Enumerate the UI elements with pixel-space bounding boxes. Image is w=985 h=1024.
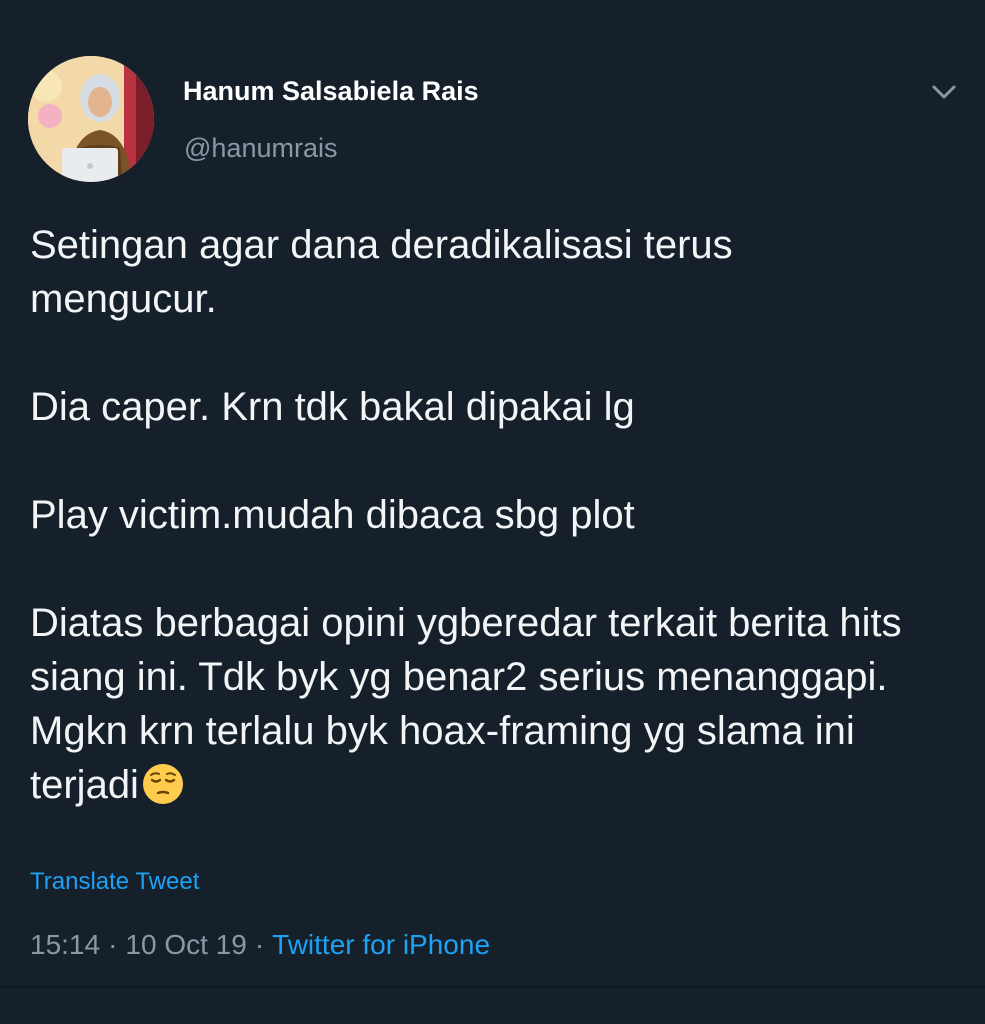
tweet-paragraph: Play victim.mudah dibaca sbg plot bbox=[30, 493, 635, 537]
chevron-down-icon[interactable] bbox=[926, 78, 962, 106]
tweet-text: Setingan agar dana deradikalisasi terus … bbox=[30, 218, 930, 812]
meta-separator: · bbox=[108, 929, 118, 960]
tweet-date: 10 Oct 19 bbox=[125, 929, 247, 960]
tweet-time: 15:14 bbox=[30, 929, 101, 960]
tweet-paragraph: Setingan agar dana deradikalisasi terus … bbox=[30, 223, 733, 321]
avatar[interactable] bbox=[28, 56, 154, 182]
meta-separator: · bbox=[254, 929, 265, 960]
profile-photo-icon bbox=[28, 56, 154, 182]
tweet-card: Hanum Salsabiela Rais @hanumrais Setinga… bbox=[0, 0, 985, 1024]
display-name[interactable]: Hanum Salsabiela Rais bbox=[183, 76, 479, 107]
user-handle[interactable]: @hanumrais bbox=[184, 133, 337, 164]
divider bbox=[0, 986, 985, 988]
tweet-paragraph-last: Diatas berbagai opini ygberedar terkait … bbox=[30, 596, 930, 812]
pensive-face-emoji-icon bbox=[141, 762, 185, 806]
tweet-paragraph: Dia caper. Krn tdk bakal dipakai lg bbox=[30, 385, 635, 429]
tweet-meta: 15:14 · 10 Oct 19 · Twitter for iPhone bbox=[30, 929, 490, 961]
tweet-source-link[interactable]: Twitter for iPhone bbox=[272, 929, 490, 960]
translate-tweet-link[interactable]: Translate Tweet bbox=[30, 868, 199, 896]
